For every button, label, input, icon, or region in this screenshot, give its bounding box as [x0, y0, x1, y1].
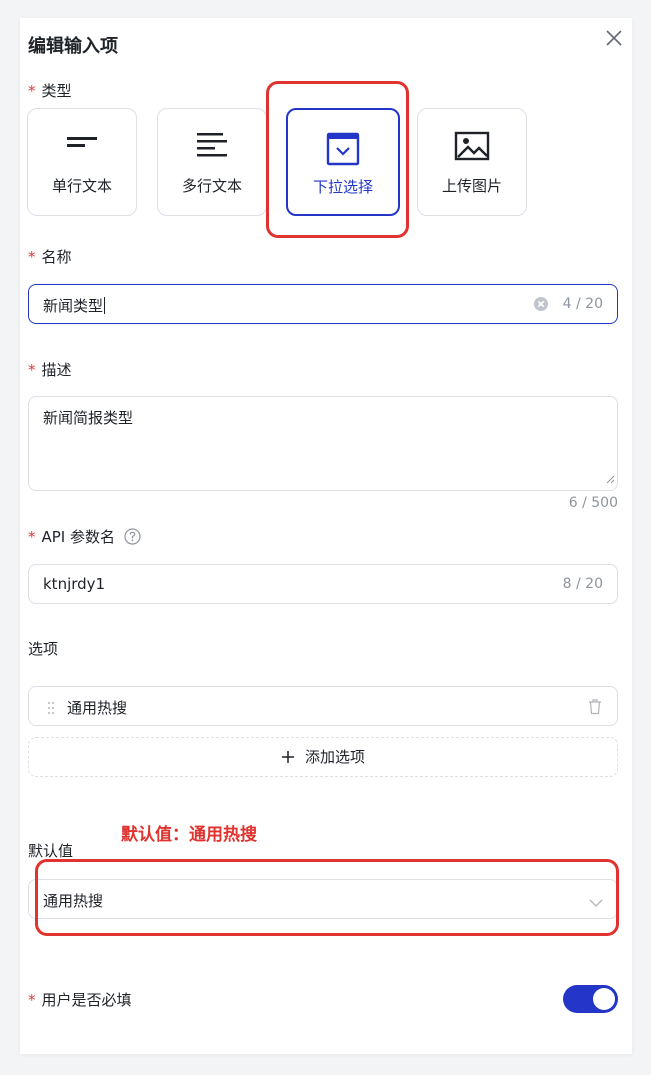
clear-icon[interactable] — [533, 296, 549, 316]
description-label: * 描述 — [28, 361, 72, 379]
api-param-counter: 8 / 20 — [562, 576, 603, 592]
multi-line-icon — [195, 131, 229, 165]
highlight-box-type — [266, 81, 409, 238]
help-icon[interactable] — [124, 528, 141, 549]
description-textarea[interactable]: 新闻简报类型 — [28, 396, 618, 491]
type-option-single-line[interactable]: 单行文本 — [27, 108, 137, 216]
delete-icon[interactable] — [587, 698, 603, 719]
toggle-knob — [593, 988, 615, 1010]
api-param-label: * API 参数名 — [28, 526, 141, 549]
type-option-label: 上传图片 — [441, 177, 502, 195]
plus-icon — [281, 740, 295, 778]
drag-handle-icon[interactable] — [47, 700, 55, 719]
name-counter: 4 / 20 — [562, 296, 603, 312]
type-option-label: 多行文本 — [181, 177, 242, 195]
dialog-title: 编辑输入项 — [28, 36, 118, 57]
annotation-text: 默认值：通用热搜 — [121, 825, 257, 845]
single-line-icon — [65, 131, 99, 159]
options-label: 选项 — [28, 640, 59, 658]
highlight-box-default — [35, 859, 619, 936]
default-value-label: 默认值 — [28, 842, 74, 860]
description-value: 新闻简报类型 — [43, 409, 134, 427]
api-param-value: ktnjrdy1 — [43, 575, 106, 593]
option-item-label: 通用热搜 — [67, 699, 128, 717]
option-item[interactable]: 通用热搜 — [28, 686, 618, 726]
add-option-button[interactable]: 添加选项 — [28, 737, 618, 777]
name-input-value: 新闻类型 — [43, 297, 104, 315]
required-toggle-label: * 用户是否必填 — [28, 991, 132, 1009]
add-option-label: 添加选项 — [304, 748, 365, 766]
type-label: * 类型 — [28, 82, 72, 100]
edit-input-dialog: 编辑输入项 *类型 单行文本 多行文本 下拉选择 上传图片 *名称 新闻类型 — [20, 18, 632, 1054]
type-option-label: 单行文本 — [51, 177, 112, 195]
name-input[interactable]: 新闻类型 4 / 20 — [28, 284, 618, 324]
type-option-image-upload[interactable]: 上传图片 — [417, 108, 527, 216]
close-icon[interactable] — [604, 28, 624, 48]
image-upload-icon — [454, 131, 490, 165]
required-toggle-switch[interactable] — [563, 985, 618, 1013]
api-param-input[interactable]: ktnjrdy1 8 / 20 — [28, 564, 618, 604]
type-option-multi-line[interactable]: 多行文本 — [157, 108, 267, 216]
name-label: * 名称 — [28, 248, 72, 266]
description-counter: 6 / 500 — [568, 495, 618, 511]
resize-handle-icon[interactable] — [605, 469, 615, 488]
